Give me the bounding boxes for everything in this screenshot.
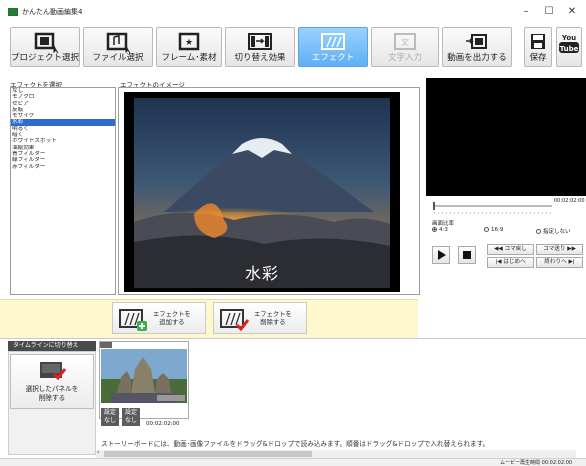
ratio-label: 4:3	[439, 227, 448, 233]
transition-icon	[248, 33, 272, 50]
ratio-label: 16:9	[491, 227, 504, 233]
add-effect-button[interactable]: エフェクトを 追加する	[112, 302, 206, 334]
remove-effect-icon	[220, 309, 250, 331]
switch-to-timeline-tab[interactable]: タイムラインに切り替え	[8, 341, 96, 351]
minimize-button[interactable]: –	[516, 5, 536, 19]
title-bar	[0, 0, 586, 24]
delete-panel-label: 選択したパネルを 削除する	[25, 385, 79, 402]
radio-dot	[536, 229, 541, 234]
effect-list[interactable]: なし モノクロ セピア 反転 モザイク 水彩 明るく 暗く ホワイトスポット 油…	[10, 87, 116, 295]
effect-name-overlay: 水彩	[244, 264, 279, 283]
effect-preview-image: 水彩	[124, 92, 400, 292]
add-effect-icon	[119, 309, 147, 331]
toolbar-label: フレーム･素材	[161, 53, 217, 63]
effect-item[interactable]: 赤フィルター	[11, 164, 115, 170]
close-button[interactable]: ✕	[562, 5, 582, 19]
add-effect-label: エフェクトを 追加する	[153, 311, 191, 326]
play-icon	[438, 250, 446, 260]
text-input-button[interactable]: 文 文字入力	[371, 27, 439, 67]
movie-duration-status: ムービー再生時間 00:02:02:00	[500, 460, 573, 466]
project-select-icon	[34, 32, 59, 53]
prev-frame-button[interactable]: ◀◀ コマ戻し	[487, 244, 534, 255]
video-player-screen[interactable]	[426, 78, 586, 196]
clip-duration: 00:02:02:00	[146, 421, 180, 427]
export-video-button[interactable]: 動画を出力する	[442, 27, 512, 67]
timecode-display: 00:02:02:00	[554, 198, 585, 204]
remove-effect-button[interactable]: エフェクトを 削除する	[213, 302, 307, 334]
youtube-text-tube: Tube	[560, 45, 579, 53]
delete-panel-button[interactable]: 選択したパネルを 削除する	[10, 354, 94, 409]
svg-text:文: 文	[401, 37, 409, 47]
ratio-4-3-radio[interactable]: 4:3	[432, 227, 448, 233]
ratio-16-9-radio[interactable]: 16:9	[484, 227, 503, 233]
stop-icon	[463, 251, 471, 259]
aspect-ratio-title: 画面比率	[432, 221, 455, 227]
storyboard-hint: ストーリーボードには、動画･画像ファイルをドラッグ&ドロップで読み込みます。順番…	[101, 440, 490, 448]
clip-index-badge	[100, 342, 112, 348]
svg-text:★: ★	[185, 38, 193, 48]
toolbar-label: 保存	[529, 53, 547, 63]
effect-action-panel	[0, 299, 418, 338]
toolbar-label: ファイル選択	[92, 53, 144, 63]
to-start-button[interactable]: |◀ はじめへ	[487, 257, 534, 268]
frame-material-button[interactable]: ★ フレーム･素材	[156, 27, 222, 67]
maximize-button[interactable]: ☐	[539, 5, 559, 19]
youtube-button[interactable]: You Tube	[556, 27, 582, 67]
youtube-text-you: You	[561, 34, 576, 42]
save-button[interactable]: 保存	[524, 27, 552, 67]
remove-effect-label: エフェクトを 削除する	[254, 311, 292, 326]
clip-setting-1-button[interactable]: 設定 なし	[101, 408, 119, 426]
file-select-button[interactable]: ファイル選択	[83, 27, 153, 67]
toolbar-label: 文字入力	[387, 53, 422, 63]
export-video-icon	[466, 34, 487, 49]
file-select-icon	[106, 32, 131, 53]
scrollbar-thumb[interactable]	[104, 451, 312, 457]
clip-thumbnail[interactable]	[101, 349, 187, 403]
window-title: かんたん動画編集4	[22, 8, 83, 16]
ratio-none-radio[interactable]: 指定しない	[536, 227, 571, 235]
toolbar-label: エフェクト	[311, 53, 355, 63]
text-input-icon: 文	[394, 33, 416, 50]
youtube-icon: You Tube	[559, 34, 579, 53]
clip-setting-2-button[interactable]: 設定 なし	[122, 408, 140, 426]
toolbar-label: 切り替え効果	[234, 53, 286, 63]
transition-effect-button[interactable]: 切り替え効果	[225, 27, 295, 67]
stop-button[interactable]	[458, 246, 476, 264]
app-icon	[8, 8, 18, 16]
radio-dot-checked	[432, 227, 437, 232]
effect-button[interactable]: エフェクト	[298, 27, 368, 67]
scroll-left-arrow-icon[interactable]: ‹	[97, 449, 99, 456]
status-bar	[0, 458, 586, 466]
ratio-label: 指定しない	[543, 229, 571, 235]
to-end-button[interactable]: 終わりへ ▶|	[536, 257, 583, 268]
radio-dot	[484, 227, 489, 232]
effect-icon	[321, 33, 345, 50]
play-button[interactable]	[432, 246, 450, 264]
save-icon	[531, 34, 545, 49]
project-select-button[interactable]: プロジェクト選択	[10, 27, 80, 67]
next-frame-button[interactable]: コマ送り ▶▶	[536, 244, 583, 255]
delete-panel-icon	[40, 362, 67, 381]
toolbar-label: 動画を出力する	[447, 53, 507, 63]
toolbar-label: プロジェクト選択	[11, 53, 80, 63]
frame-material-icon: ★	[178, 32, 200, 51]
